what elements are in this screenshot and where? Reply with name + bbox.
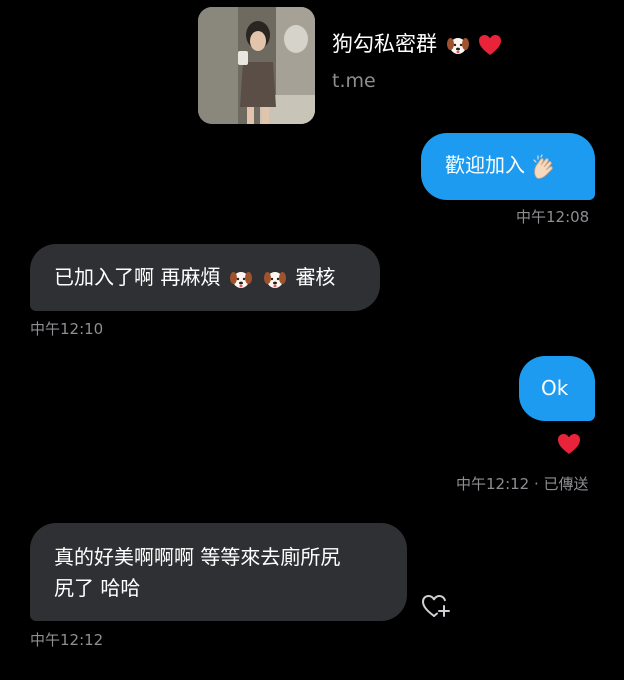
link-preview-title[interactable]: 狗勾私密群 [332, 30, 502, 58]
timestamp-time: 中午12:12 [456, 475, 530, 493]
heart-plus-icon [422, 595, 450, 617]
red-heart-emoji [479, 35, 502, 55]
dog-face-emoji [264, 271, 287, 288]
message-text: 歡迎加入 [445, 153, 525, 177]
message-timestamp: 中午12:12 · 已傳送 [456, 473, 589, 494]
delivery-status: · 已傳送 [529, 475, 589, 493]
dog-face-emoji [229, 271, 252, 288]
message-text-suffix: 審核 [295, 265, 336, 289]
message-timestamp: 中午12:12 [30, 631, 104, 649]
clapping-hands-emoji [533, 153, 554, 179]
photo-thumbnail-image [198, 7, 315, 124]
dog-face-emoji [446, 38, 469, 54]
message-timestamp: 中午12:10 [30, 320, 104, 338]
message-text: Ok [541, 376, 569, 400]
reaction-heart[interactable] [557, 433, 581, 455]
message-bubble-incoming[interactable]: 真的好美啊啊啊 等等來去廁所尻 尻了 哈哈 [30, 523, 407, 621]
message-text-line: 真的好美啊啊啊 等等來去廁所尻 [54, 545, 341, 569]
add-reaction-button[interactable] [420, 592, 452, 624]
message-bubble-outgoing[interactable]: Ok [519, 356, 595, 421]
red-heart-emoji [558, 434, 580, 454]
message-bubble-incoming[interactable]: 已加入了啊 再麻煩 審核 [30, 244, 380, 311]
message-text-line: 尻了 哈哈 [54, 576, 141, 600]
message-bubble-outgoing[interactable]: 歡迎加入 [421, 133, 595, 200]
message-timestamp: 中午12:08 [516, 208, 590, 226]
message-text: 已加入了啊 再麻煩 [54, 265, 221, 289]
link-preview-thumbnail[interactable] [198, 7, 315, 124]
link-title-text: 狗勾私密群 [332, 32, 437, 56]
link-preview-domain[interactable]: t.me [332, 70, 376, 92]
